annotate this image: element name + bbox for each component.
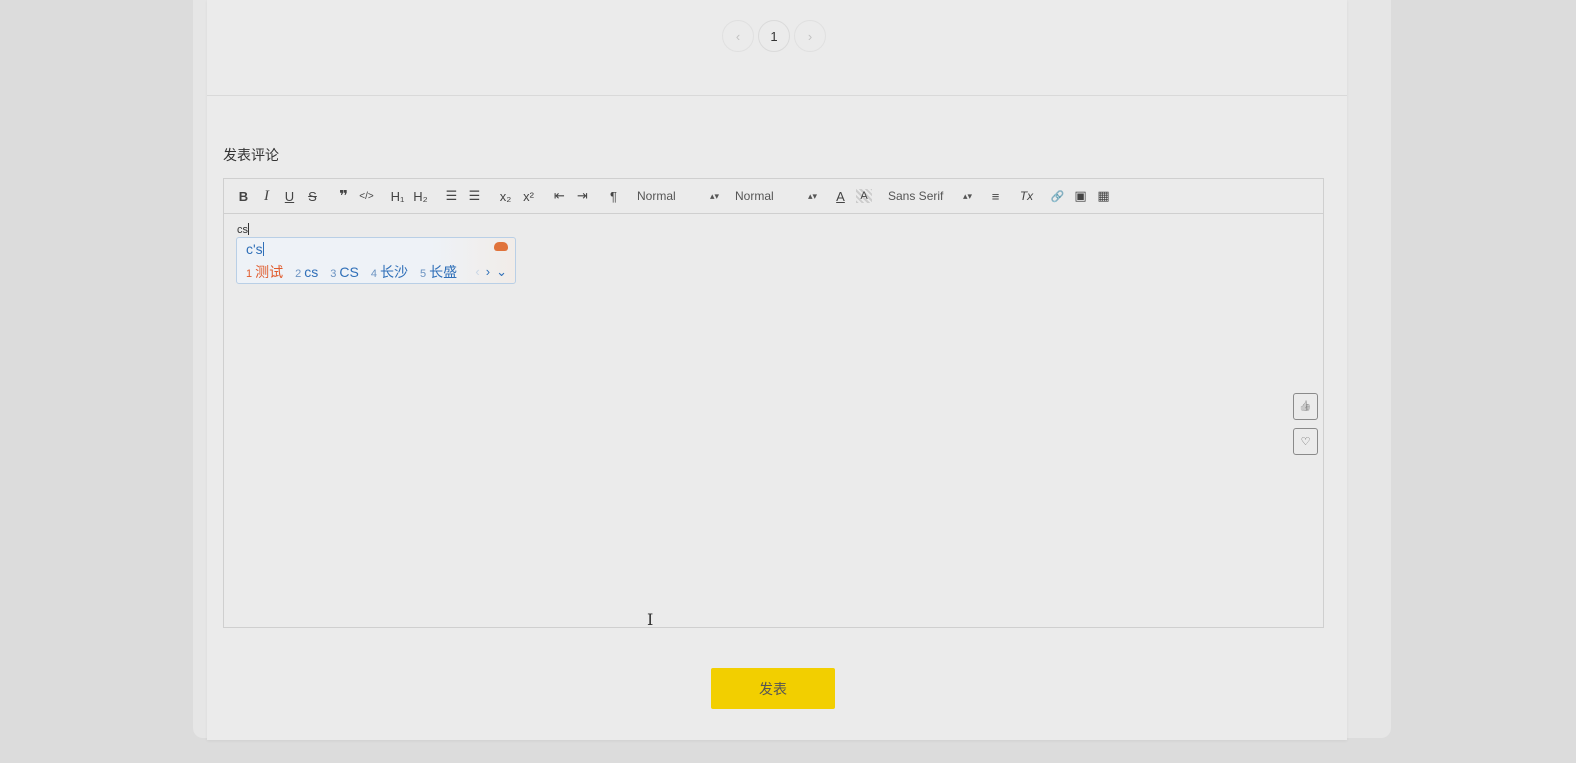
italic-button[interactable]: I [255,184,278,208]
size-picker-label: Normal [637,189,676,203]
outdent-button[interactable]: ⇤ [548,184,571,208]
size-picker[interactable]: Normal ▴▾ [633,184,723,208]
image-button[interactable]: ▣ [1069,184,1092,208]
ime-composing-text: c's [246,241,264,257]
ime-candidate-5[interactable]: 5 长盛 [420,262,457,282]
bold-button[interactable]: B [232,184,255,208]
video-button[interactable]: ▦ [1092,184,1115,208]
ime-prev-page-icon[interactable]: ‹ [475,264,479,280]
text-direction-button[interactable]: ¶ [602,184,625,208]
text-caret [248,223,249,235]
ordered-list-button[interactable]: ☰ [440,184,463,208]
updown-icon: ▴▾ [962,190,972,201]
comment-section-title: 发表评论 [223,147,279,163]
text-color-button[interactable]: A [829,184,852,208]
updown-icon: ▴▾ [807,190,817,201]
text-cursor-icon: I [647,610,654,629]
submit-comment-button[interactable]: 发表 [711,668,835,709]
next-page-button[interactable]: › [794,20,826,52]
blockquote-button[interactable]: ❞ [332,184,355,208]
font-picker-label: Sans Serif [888,189,944,203]
ime-candidate-list: 1 测试 2 cs 3 CS 4 长沙 5 长盛 [246,262,457,282]
code-block-button[interactable]: </> [355,184,378,208]
ime-next-page-icon[interactable]: › [486,264,490,280]
ime-candidate-1[interactable]: 1 测试 [246,262,283,282]
subscript-button[interactable]: x₂ [494,184,517,208]
editor-typed-text: cs [237,223,249,236]
ime-logo-icon [494,242,508,251]
background-color-button[interactable]: A [856,189,872,203]
favorite-button[interactable]: ♡ [1293,428,1318,455]
ime-candidate-window: c's 1 测试 2 cs 3 CS 4 长沙 5 长盛 ‹ › ⌄ [236,237,516,284]
superscript-button[interactable]: x² [517,184,540,208]
pagination: ‹ 1 › [722,20,826,52]
ime-expand-icon[interactable]: ⌄ [496,264,507,280]
prev-page-button[interactable]: ‹ [722,20,754,52]
bullet-list-button[interactable]: ☰ [463,184,486,208]
ime-candidate-2[interactable]: 2 cs [295,264,318,280]
ime-candidate-3[interactable]: 3 CS [330,264,359,280]
heart-icon: ♡ [1300,436,1311,448]
header-picker[interactable]: Normal ▴▾ [731,184,821,208]
underline-button[interactable]: U [278,184,301,208]
align-button[interactable]: ≡ [984,184,1007,208]
page-number-button[interactable]: 1 [758,20,790,52]
ime-caret [262,242,264,256]
like-button[interactable]: 👍 [1293,393,1318,420]
editor-toolbar: B I U S ❞ </> H₁ H₂ ☰ ☰ x₂ x² ⇤ ⇥ ¶ Norm… [224,179,1323,214]
ime-candidate-4[interactable]: 4 长沙 [371,262,408,282]
updown-icon: ▴▾ [709,190,719,201]
indent-button[interactable]: ⇥ [571,184,594,208]
ime-navigation: ‹ › ⌄ [475,264,507,280]
font-picker[interactable]: Sans Serif ▴▾ [884,184,976,208]
link-button[interactable]: 🔗 [1046,184,1069,208]
header-1-button[interactable]: H₁ [386,184,409,208]
clean-format-button[interactable]: Tx [1015,184,1038,208]
thumbs-up-icon: 👍 [1299,401,1312,412]
header-picker-label: Normal [735,189,774,203]
header-2-button[interactable]: H₂ [409,184,432,208]
strikethrough-button[interactable]: S [301,184,324,208]
section-divider [207,95,1347,96]
